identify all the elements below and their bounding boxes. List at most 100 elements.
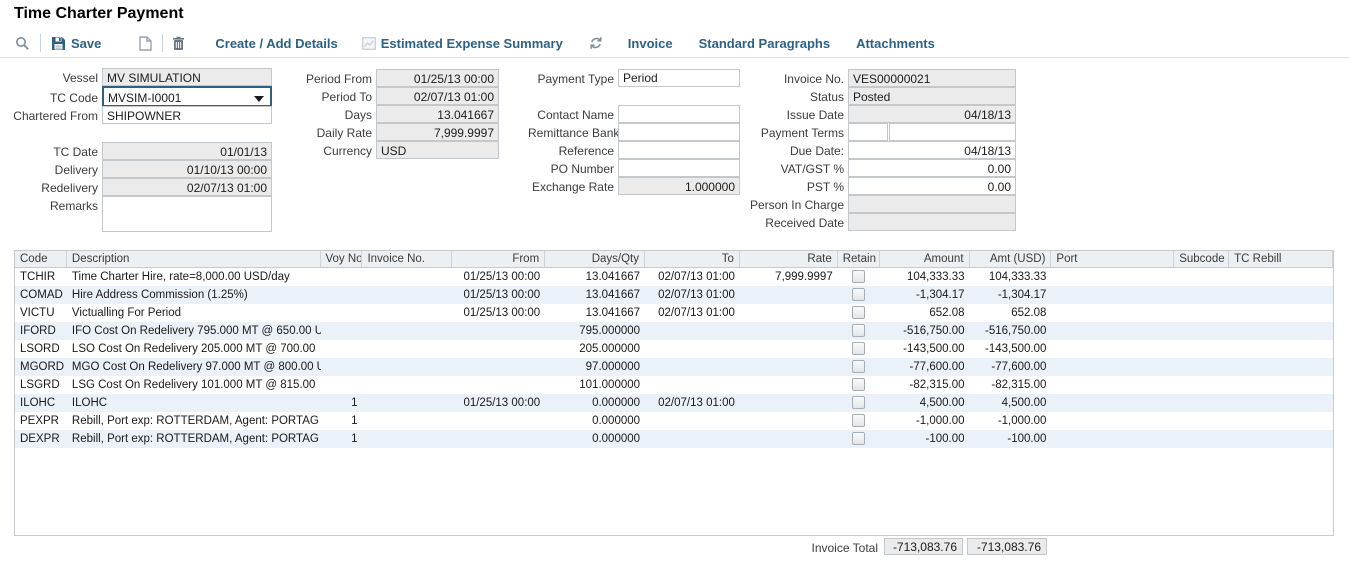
column-header-subcode[interactable]: Subcode bbox=[1174, 251, 1229, 267]
tc-code-dropdown[interactable]: MVSIM-I0001 bbox=[102, 86, 272, 107]
table-row[interactable]: PEXPRRebill, Port exp: ROTTERDAM, Agent:… bbox=[15, 412, 1333, 430]
redelivery-row: Redelivery 02/07/13 01:00 bbox=[0, 178, 272, 196]
period-to-row: Period To 02/07/13 01:00 bbox=[296, 87, 499, 105]
attachments-button[interactable]: Attachments bbox=[856, 36, 935, 51]
column-header-rate[interactable]: Rate bbox=[740, 251, 838, 267]
cell-invoice_no bbox=[362, 340, 452, 358]
time-charter-payment-window: Time Charter Payment Save Create / Add D… bbox=[0, 0, 1349, 562]
cell-code: PEXPR bbox=[15, 412, 67, 430]
retain-checkbox[interactable] bbox=[852, 270, 865, 283]
payment-terms-row: Payment Terms bbox=[744, 123, 1016, 141]
cell-port bbox=[1051, 430, 1174, 448]
column-header-amount[interactable]: Amount bbox=[880, 251, 970, 267]
reference-field[interactable] bbox=[618, 141, 740, 159]
table-row[interactable]: VICTUVictualling For Period01/25/13 00:0… bbox=[15, 304, 1333, 322]
currency-field: USD bbox=[376, 141, 499, 159]
standard-paragraphs-button[interactable]: Standard Paragraphs bbox=[699, 36, 831, 51]
table-row[interactable]: ILOHCILOHC101/25/13 00:000.00000002/07/1… bbox=[15, 394, 1333, 412]
payment-terms-code-field[interactable] bbox=[848, 123, 888, 141]
cell-voy_no: 1 bbox=[321, 430, 363, 448]
column-header-retain[interactable]: Retain bbox=[838, 251, 880, 267]
cell-voy_no bbox=[321, 376, 363, 394]
cell-subcode bbox=[1174, 286, 1229, 304]
retain-checkbox[interactable] bbox=[852, 378, 865, 391]
new-document-button[interactable] bbox=[139, 36, 152, 51]
column-header-from[interactable]: From bbox=[452, 251, 545, 267]
column-header-to[interactable]: To bbox=[645, 251, 740, 267]
refresh-button[interactable] bbox=[589, 36, 603, 50]
retain-checkbox[interactable] bbox=[852, 414, 865, 427]
retain-checkbox[interactable] bbox=[852, 360, 865, 373]
remittance-bank-field[interactable] bbox=[618, 123, 740, 141]
retain-checkbox[interactable] bbox=[852, 342, 865, 355]
table-row[interactable]: IFORDIFO Cost On Redelivery 795.000 MT @… bbox=[15, 322, 1333, 340]
cell-amt_usd: 4,500.00 bbox=[970, 394, 1052, 412]
payment-terms-desc-field[interactable] bbox=[889, 123, 1016, 141]
cell-amt_usd: 652.08 bbox=[970, 304, 1052, 322]
table-row[interactable]: COMADHire Address Commission (1.25%)01/2… bbox=[15, 286, 1333, 304]
column-header-voy_no[interactable]: Voy No. bbox=[321, 251, 363, 267]
cell-days_qty: 0.000000 bbox=[545, 412, 645, 430]
vat-gst-field[interactable]: 0.00 bbox=[848, 159, 1016, 177]
cell-from: 01/25/13 00:00 bbox=[452, 394, 545, 412]
table-row[interactable]: LSORDLSO Cost On Redelivery 205.000 MT @… bbox=[15, 340, 1333, 358]
cell-description: Time Charter Hire, rate=8,000.00 USD/day bbox=[67, 268, 321, 286]
invoice-no-row: Invoice No. VES00000021 bbox=[744, 69, 1016, 87]
grid-header: CodeDescriptionVoy No.Invoice No.FromDay… bbox=[15, 251, 1333, 268]
cell-invoice_no bbox=[362, 358, 452, 376]
cell-days_qty: 13.041667 bbox=[545, 268, 645, 286]
column-header-code[interactable]: Code bbox=[15, 251, 67, 267]
payment-type-field[interactable] bbox=[618, 69, 740, 87]
invoice-details-grid: CodeDescriptionVoy No.Invoice No.FromDay… bbox=[14, 250, 1334, 536]
estimated-expense-summary-button[interactable]: Estimated Expense Summary bbox=[362, 36, 563, 51]
cell-to bbox=[645, 412, 740, 430]
status-field: Posted bbox=[848, 87, 1016, 105]
daily-rate-label: Daily Rate bbox=[296, 123, 372, 140]
retain-checkbox[interactable] bbox=[852, 324, 865, 337]
due-date-field[interactable]: 04/18/13 bbox=[848, 141, 1016, 159]
column-header-description[interactable]: Description bbox=[67, 251, 321, 267]
column-header-port[interactable]: Port bbox=[1051, 251, 1174, 267]
column-header-invoice_no[interactable]: Invoice No. bbox=[362, 251, 452, 267]
delivery-field: 01/10/13 00:00 bbox=[102, 160, 272, 178]
po-number-field[interactable] bbox=[618, 159, 740, 177]
cell-rate bbox=[740, 304, 838, 322]
column-header-tc_rebill[interactable]: TC Rebill bbox=[1229, 251, 1333, 267]
chartered-from-row: Chartered From SHIPOWNER bbox=[0, 106, 272, 124]
daily-rate-row: Daily Rate 7,999.9997 bbox=[296, 123, 499, 141]
save-button[interactable]: Save bbox=[51, 36, 101, 51]
invoice-button[interactable]: Invoice bbox=[628, 36, 673, 51]
remarks-field[interactable] bbox=[102, 196, 272, 232]
cell-amount: -1,304.17 bbox=[880, 286, 970, 304]
retain-checkbox[interactable] bbox=[852, 432, 865, 445]
retain-checkbox[interactable] bbox=[852, 288, 865, 301]
table-row[interactable]: LSGRDLSG Cost On Redelivery 101.000 MT @… bbox=[15, 376, 1333, 394]
redelivery-field: 02/07/13 01:00 bbox=[102, 178, 272, 196]
retain-checkbox[interactable] bbox=[852, 396, 865, 409]
retain-checkbox[interactable] bbox=[852, 306, 865, 319]
chevron-down-icon bbox=[254, 96, 264, 102]
create-add-details-button[interactable]: Create / Add Details bbox=[215, 36, 337, 51]
period-to-label: Period To bbox=[296, 87, 372, 104]
vessel-row: Vessel MV SIMULATION bbox=[0, 68, 272, 86]
cell-code: MGORD bbox=[15, 358, 67, 376]
cell-amt_usd: -516,750.00 bbox=[970, 322, 1052, 340]
search-button[interactable] bbox=[15, 36, 30, 51]
cell-retain bbox=[838, 340, 880, 358]
contact-name-field[interactable] bbox=[618, 105, 740, 123]
pst-field[interactable]: 0.00 bbox=[848, 177, 1016, 195]
cell-from bbox=[452, 322, 545, 340]
delete-button[interactable] bbox=[172, 36, 185, 51]
cell-amount: -77,600.00 bbox=[880, 358, 970, 376]
due-date-row: Due Date: 04/18/13 bbox=[744, 141, 1016, 159]
table-row[interactable]: TCHIRTime Charter Hire, rate=8,000.00 US… bbox=[15, 268, 1333, 286]
table-row[interactable]: DEXPRRebill, Port exp: ROTTERDAM, Agent:… bbox=[15, 430, 1333, 448]
cell-subcode bbox=[1174, 412, 1229, 430]
reference-label: Reference bbox=[528, 141, 614, 158]
cell-subcode bbox=[1174, 304, 1229, 322]
column-header-amt_usd[interactable]: Amt (USD) bbox=[970, 251, 1052, 267]
remittance-bank-row: Remittance Bank bbox=[528, 123, 740, 141]
table-row[interactable]: MGORDMGO Cost On Redelivery 97.000 MT @ … bbox=[15, 358, 1333, 376]
cell-voy_no bbox=[321, 304, 363, 322]
column-header-days_qty[interactable]: Days/Qty bbox=[545, 251, 645, 267]
